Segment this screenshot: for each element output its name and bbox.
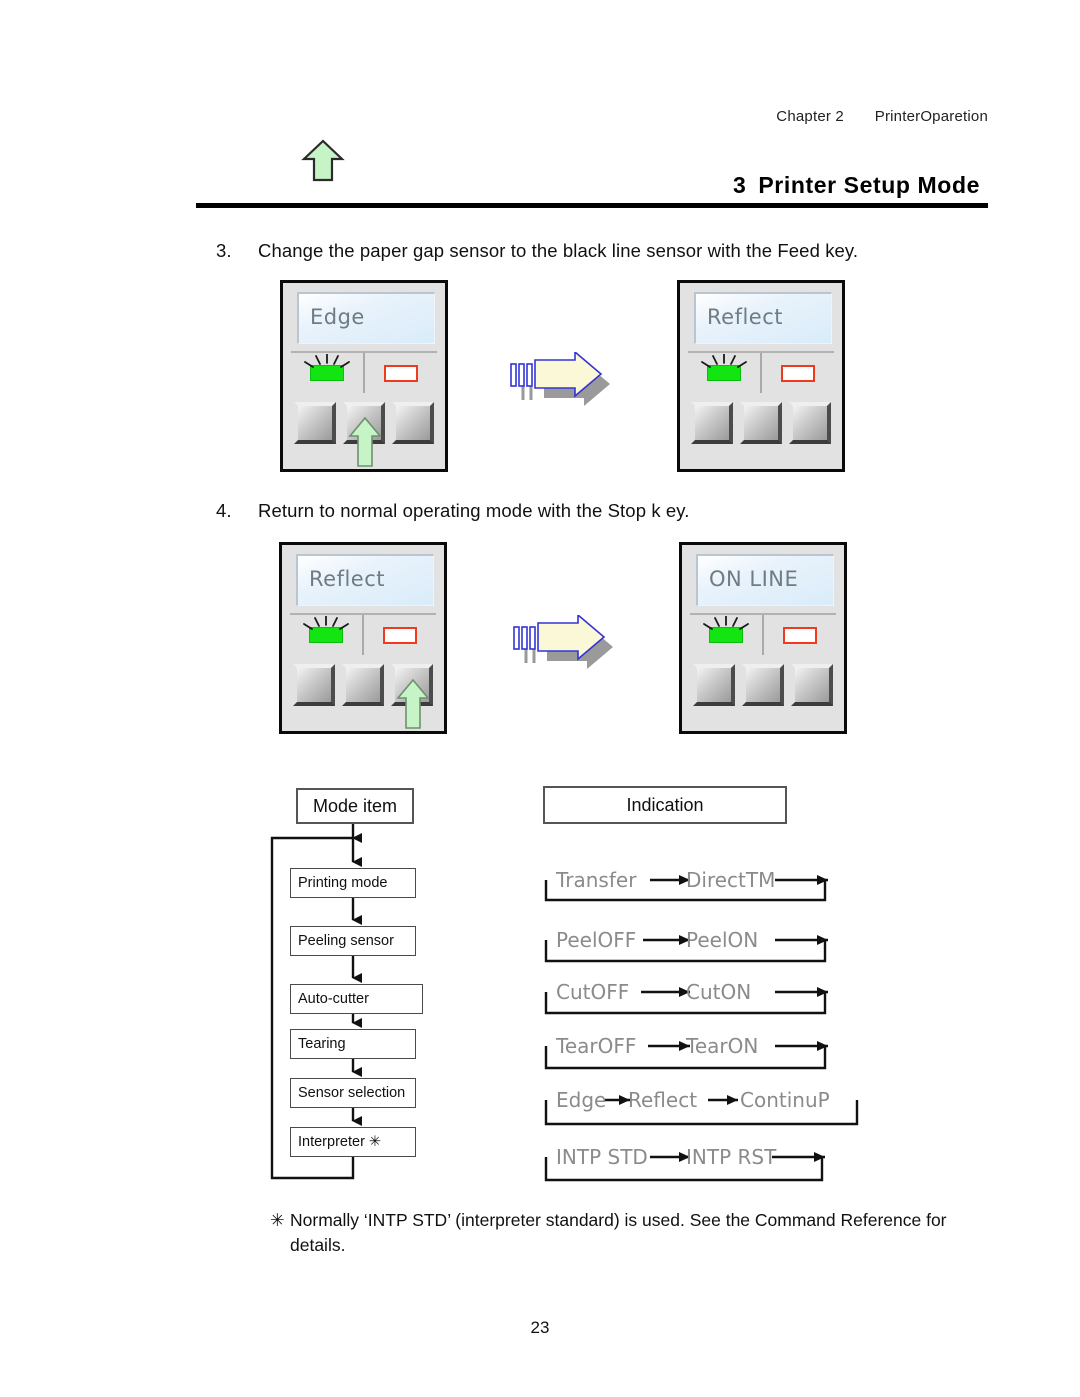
indication-label: Transfer: [556, 868, 637, 892]
panel-button-1[interactable]: [294, 402, 336, 444]
green-led-cell: [290, 615, 364, 655]
red-led-cell: [365, 353, 437, 393]
mode-item-label: Auto-cutter: [298, 991, 369, 1007]
led-row: [291, 351, 437, 393]
page-header: Chapter 2 PrinterOparetion: [0, 108, 988, 125]
lcd-display: Reflect: [694, 292, 832, 344]
mode-item-label: Sensor selection: [298, 1085, 406, 1101]
indication-label: INTP RST: [686, 1145, 777, 1169]
page-number: 23: [530, 1318, 550, 1337]
indication-label: ContinuP: [740, 1088, 830, 1112]
stop-key-arrow-icon: [396, 678, 430, 729]
indication-label: Edge: [556, 1088, 607, 1112]
mode-item-header-label: Mode item: [312, 795, 398, 816]
mode-item-header: Mode item: [296, 788, 414, 824]
footnote-marker: ✳: [270, 1210, 285, 1230]
footnote-text: Normally ‘INTP STD’ (interpreter standar…: [290, 1210, 947, 1256]
green-led-cell: [688, 353, 762, 393]
indication-label: PeelOFF: [556, 928, 637, 952]
footnote: ✳ Normally ‘INTP STD’ (interpreter stand…: [270, 1208, 970, 1259]
indication-label: TearOFF: [556, 1034, 637, 1058]
panel-button-2[interactable]: [742, 664, 784, 706]
step-4-number: 4.: [216, 500, 232, 521]
panel-button-1[interactable]: [691, 402, 733, 444]
panel-button-1[interactable]: [693, 664, 735, 706]
panel-button-2[interactable]: [740, 402, 782, 444]
indication-header: Indication: [543, 786, 787, 824]
button-row: [690, 664, 836, 706]
indication-label: CutOFF: [556, 980, 630, 1004]
panel-button-3[interactable]: [789, 402, 831, 444]
red-led: [384, 364, 418, 382]
lcd-display: ON LINE: [696, 554, 834, 606]
printer-panel-edge: Edge: [280, 280, 448, 472]
panel-button-3[interactable]: [392, 402, 434, 444]
blink-rays-icon: [303, 616, 349, 630]
red-led: [781, 364, 815, 382]
mode-item-box: Peeling sensor: [290, 926, 416, 956]
button-row: [291, 402, 437, 467]
green-led-cell: [690, 615, 764, 655]
transition-arrow-1-icon: [510, 352, 610, 406]
printer-panel-reflect-2: Reflect: [279, 542, 447, 734]
panel-button-3[interactable]: [791, 664, 833, 706]
blink-rays-icon: [703, 616, 749, 630]
indication-label: Reflect: [628, 1088, 698, 1112]
indication-label: TearON: [686, 1034, 759, 1058]
button-row: [290, 664, 436, 729]
mode-item-label: Peeling sensor: [298, 933, 394, 949]
title-rule: [196, 203, 988, 208]
chapter-title: PrinterOparetion: [874, 108, 988, 125]
lcd-text: Edge: [310, 305, 365, 329]
panel-button-2[interactable]: [342, 664, 384, 706]
mode-item-box: Auto-cutter: [290, 984, 423, 1014]
lcd-text: Reflect: [309, 567, 385, 591]
blink-rays-icon: [304, 354, 350, 368]
lcd-text: Reflect: [707, 305, 783, 329]
button-row: [688, 402, 834, 444]
indication-header-label: Indication: [626, 794, 704, 815]
indication-label: CutON: [686, 980, 752, 1004]
led-row: [688, 351, 834, 393]
transition-arrow-2-icon: [513, 615, 613, 669]
blink-rays-icon: [701, 354, 747, 368]
mode-item-box: Interpreter ✳: [290, 1127, 416, 1157]
indication-label: DirectTM: [686, 868, 776, 892]
step-3-number: 3.: [216, 240, 232, 261]
indication-label: PeelON: [686, 928, 759, 952]
lcd-display: Reflect: [296, 554, 434, 606]
mode-item-box: Sensor selection: [290, 1078, 416, 1108]
printer-panel-online: ON LINE: [679, 542, 847, 734]
led-row: [690, 613, 836, 655]
step-4-text: Return to normal operating mode with the…: [258, 500, 690, 521]
step-3-text: Change the paper gap sensor to the black…: [258, 240, 859, 261]
led-row: [290, 613, 436, 655]
section-number: 3: [732, 172, 747, 198]
section-title: 3 Printer Setup Mode: [196, 172, 988, 208]
mode-item-label: Interpreter ✳: [298, 1134, 382, 1150]
flowchart-connectors: [270, 824, 859, 1182]
section-title-text: Printer Setup Mode: [758, 172, 980, 198]
green-led-cell: [291, 353, 365, 393]
mode-item-box: Printing mode: [290, 868, 416, 898]
red-led-cell: [764, 615, 836, 655]
panel-button-1[interactable]: [293, 664, 335, 706]
lcd-text: ON LINE: [709, 567, 799, 591]
red-led: [783, 626, 817, 644]
step-4: 4. Return to normal operating mode with …: [216, 500, 976, 522]
red-led-cell: [364, 615, 436, 655]
red-led: [383, 626, 417, 644]
mode-item-label: Tearing: [298, 1036, 346, 1052]
chapter-label: Chapter 2: [776, 108, 844, 125]
mode-item-box: Tearing: [290, 1029, 416, 1059]
indication-label: INTP STD: [556, 1145, 648, 1169]
printer-panel-reflect: Reflect: [677, 280, 845, 472]
manual-page: Chapter 2 PrinterOparetion 3 Printer Setu…: [0, 0, 1080, 1397]
lcd-display: Edge: [297, 292, 435, 344]
step-3: 3. Change the paper gap sensor to the bl…: [216, 240, 976, 262]
feed-key-arrow-icon: [348, 416, 382, 467]
mode-item-label: Printing mode: [298, 875, 388, 891]
red-led-cell: [762, 353, 834, 393]
